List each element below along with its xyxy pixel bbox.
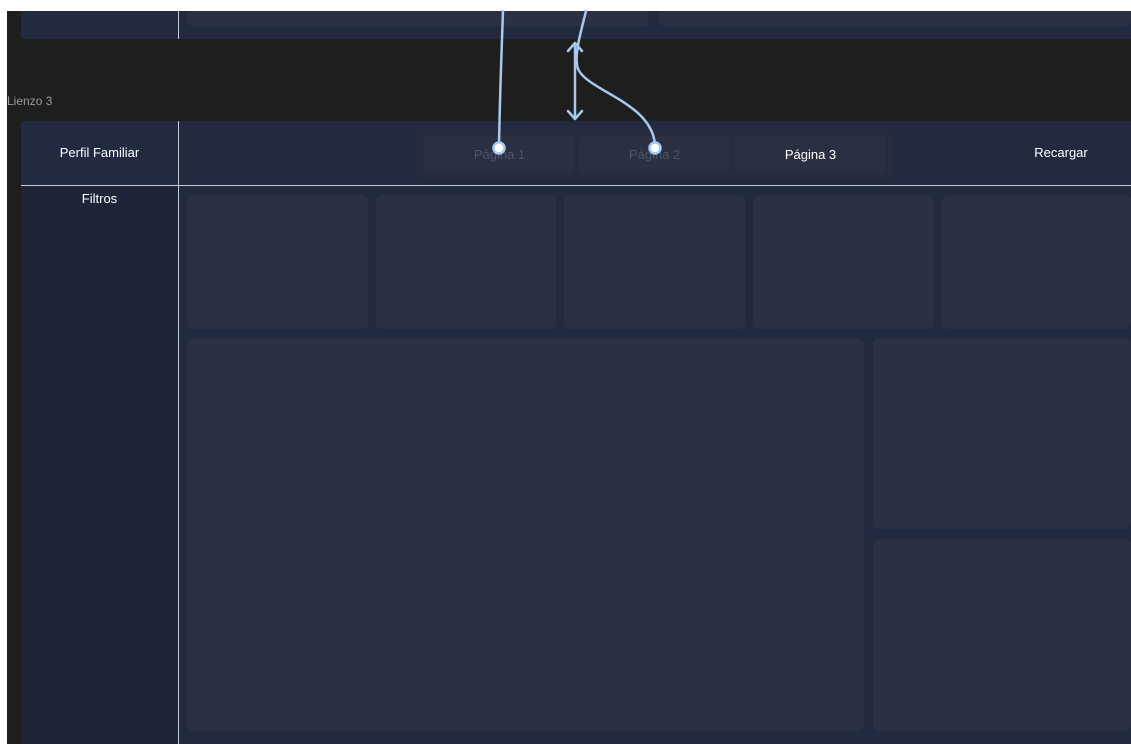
- previous-canvas-divider: [178, 11, 179, 39]
- window-top-edge: [0, 0, 1131, 11]
- window-left-edge: [0, 0, 7, 744]
- kpi-card-3[interactable]: [564, 195, 745, 329]
- page-title: Perfil Familiar: [59, 145, 140, 160]
- side-visual-card-top[interactable]: [873, 338, 1131, 529]
- side-visual-card-bottom[interactable]: [873, 539, 1131, 731]
- tab-page-1[interactable]: Página 1: [424, 136, 575, 173]
- double-arrow-icon: [566, 41, 584, 53]
- previous-canvas-card: [187, 11, 648, 26]
- tab-page-2[interactable]: Página 2: [579, 136, 730, 173]
- previous-canvas: [21, 11, 1131, 39]
- reload-button[interactable]: Recargar: [1011, 143, 1111, 163]
- kpi-card-2[interactable]: [376, 195, 556, 329]
- canvas-3[interactable]: Perfil Familiar Filtros Página 1 Página …: [21, 121, 1131, 744]
- kpi-card-4[interactable]: [753, 195, 934, 329]
- header-divider: [21, 185, 1131, 186]
- previous-canvas-card: [659, 11, 1131, 26]
- kpi-card-5[interactable]: [942, 195, 1131, 329]
- canvas-label: Lienzo 3: [7, 94, 53, 108]
- tab-page-3[interactable]: Página 3: [735, 136, 886, 173]
- filters-label: Filtros: [81, 191, 118, 206]
- kpi-card-1[interactable]: [187, 195, 368, 329]
- sidebar-divider: [178, 121, 179, 744]
- filters-panel: [21, 185, 178, 744]
- double-arrow-icon: [566, 109, 584, 121]
- main-visual-card[interactable]: [187, 338, 864, 731]
- page-navigator: Página 1 Página 2 Página 3: [416, 129, 893, 179]
